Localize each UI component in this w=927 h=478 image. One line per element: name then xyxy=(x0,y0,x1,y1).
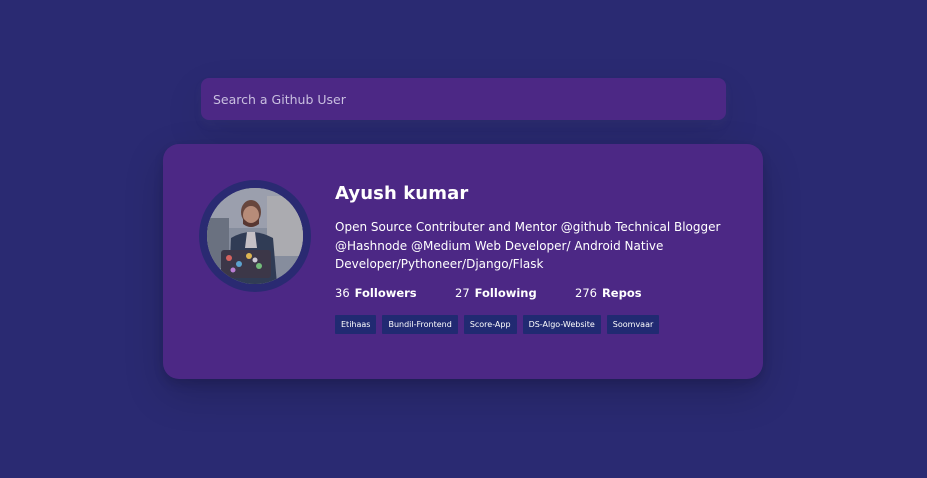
stat-followers: 36 Followers xyxy=(335,285,455,301)
stat-following: 27 Following xyxy=(455,285,575,301)
search-input[interactable] xyxy=(201,78,726,120)
following-count: 27 xyxy=(455,285,470,300)
profile-card: Ayush kumar Open Source Contributer and … xyxy=(163,144,763,379)
repo-link-bundil-frontend[interactable]: Bundil-Frontend xyxy=(382,314,458,334)
repo-link-soomvaar[interactable]: Soomvaar xyxy=(606,314,660,334)
repo-list: Etihaas Bundil-Frontend Score-App DS-Alg… xyxy=(335,314,735,334)
followers-label: Followers xyxy=(354,285,417,300)
user-search-form xyxy=(201,78,726,120)
repo-link-etihaas[interactable]: Etihaas xyxy=(335,314,377,334)
following-label: Following xyxy=(474,285,537,300)
repos-label: Repos xyxy=(601,285,642,300)
stat-repos: 276 Repos xyxy=(575,285,695,301)
avatar xyxy=(199,180,311,292)
followers-count: 36 xyxy=(335,285,350,300)
user-stats: 36 Followers 27 Following 276 Repos xyxy=(335,285,735,301)
user-bio: Open Source Contributer and Mentor @gith… xyxy=(335,220,721,271)
repos-count: 276 xyxy=(575,285,597,300)
avatar-image xyxy=(207,188,303,284)
avatar-photo xyxy=(207,188,303,284)
repo-link-ds-algo-website[interactable]: DS-Algo-Website xyxy=(522,314,601,334)
user-name: Ayush kumar xyxy=(335,183,469,204)
repo-link-score-app[interactable]: Score-App xyxy=(463,314,517,334)
user-info: Ayush kumar Open Source Contributer and … xyxy=(335,180,735,334)
